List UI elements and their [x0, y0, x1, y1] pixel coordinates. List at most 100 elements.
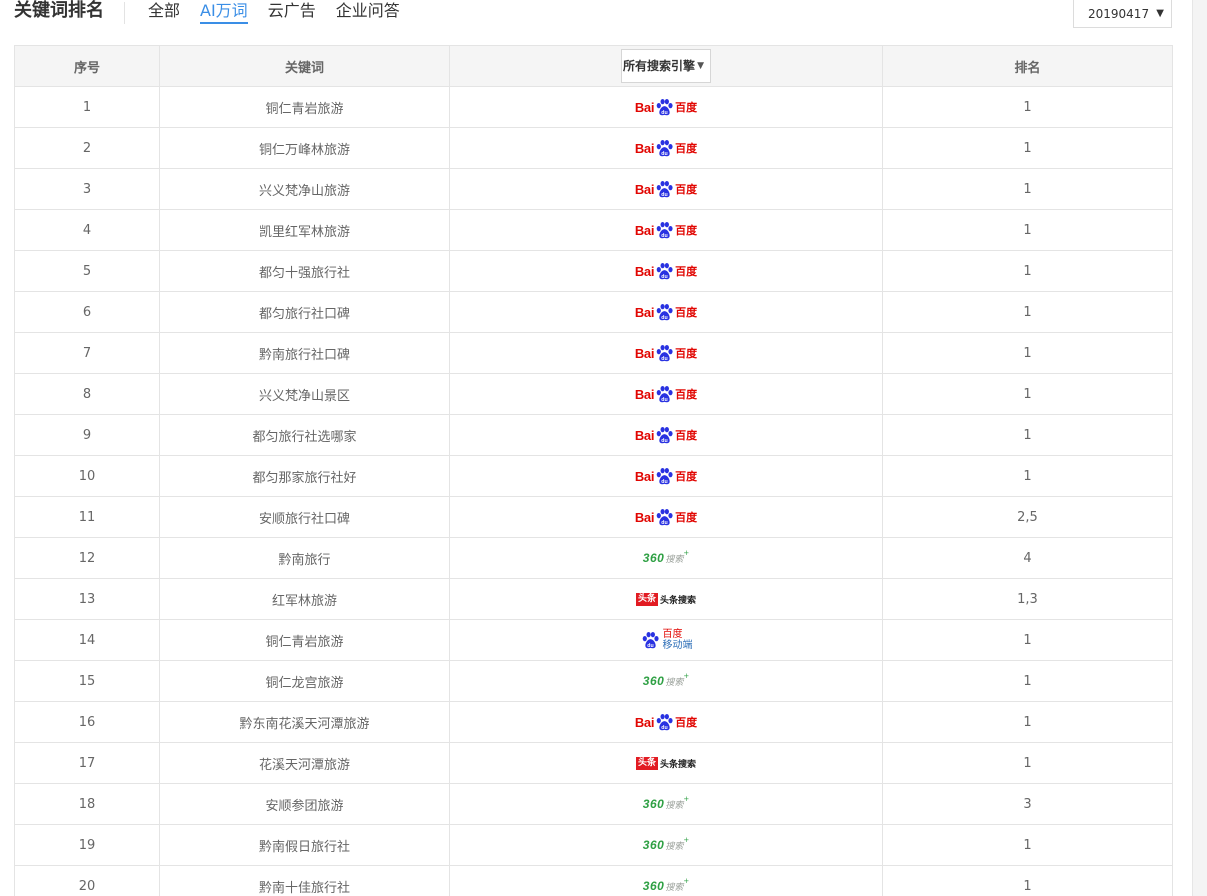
- scrollbar-track[interactable]: [1192, 0, 1207, 896]
- baidu-paw-icon: du: [656, 426, 673, 443]
- cell-index: 8: [14, 373, 160, 415]
- ranking-table-container: 序号 关键词 所有搜索引擎 ▼ 排名 1 铜仁青岩旅游 Bai du 百度 1 …: [14, 45, 1173, 896]
- baidu-logo-latin: Bai: [634, 304, 655, 320]
- s360-logo-number: 360: [642, 879, 665, 893]
- s360-logo-plus: +: [683, 672, 690, 680]
- caret-down-icon: ▼: [1156, 8, 1164, 19]
- table-row: 1 铜仁青岩旅游 Bai du 百度 1: [14, 86, 1173, 128]
- toutiao-logo-text: 头条搜索: [660, 759, 697, 770]
- cell-engine: 360 搜索 +: [449, 537, 883, 579]
- baidu-logo-latin: Bai: [634, 263, 655, 279]
- cell-keyword: 铜仁青岩旅游: [159, 86, 450, 128]
- baidu-logo-cn: 百度: [675, 470, 698, 483]
- baidu-paw-icon: du: [656, 385, 673, 402]
- baidu-logo-cn: 百度: [675, 224, 698, 237]
- s360-logo-plus: +: [683, 836, 690, 844]
- cell-index: 16: [14, 701, 160, 743]
- cell-engine: 360 搜索 +: [449, 865, 883, 896]
- cell-keyword: 安顺旅行社口碑: [159, 496, 450, 538]
- baidu-logo-latin: Bai: [634, 345, 655, 361]
- baidu-paw-icon: du: [656, 139, 673, 156]
- cell-index: 20: [14, 865, 160, 896]
- baidu-paw-icon: du: [656, 262, 673, 279]
- cell-keyword: 黔南十佳旅行社: [159, 865, 450, 896]
- tab-bar: 全部 AI万词 云广告 企业问答: [148, 0, 420, 24]
- baidu-mobile-line1: 百度: [662, 629, 683, 640]
- cell-index: 9: [14, 414, 160, 456]
- baidu-logo-cn: 百度: [675, 142, 698, 155]
- svg-text:du: du: [661, 355, 667, 361]
- cell-engine: Bai du 百度: [449, 496, 883, 538]
- baidu-logo-latin: Bai: [634, 509, 655, 525]
- cell-rank: 1: [882, 332, 1173, 374]
- tab-all[interactable]: 全部: [148, 0, 180, 24]
- baidu-paw-icon: du: [656, 180, 673, 197]
- tab-company-qa[interactable]: 企业问答: [336, 0, 400, 24]
- cell-rank: 1: [882, 414, 1173, 456]
- tab-ai-keywords[interactable]: AI万词: [200, 0, 248, 24]
- baidu-logo-latin: Bai: [634, 427, 655, 443]
- cell-keyword: 黔南旅行社口碑: [159, 332, 450, 374]
- cell-engine: 头条 头条搜索: [449, 578, 883, 620]
- page: 关键词排名 全部 AI万词 云广告 企业问答 20190417 ▼ 序号 关键词: [0, 0, 1207, 896]
- cell-index: 14: [14, 619, 160, 661]
- s360-logo: 360 搜索 +: [643, 875, 689, 896]
- cell-index: 18: [14, 783, 160, 825]
- svg-text:du: du: [661, 109, 667, 115]
- table-row: 6 都匀旅行社口碑 Bai du 百度 1: [14, 291, 1173, 333]
- baidu-paw-icon: du: [656, 508, 673, 525]
- cell-keyword: 铜仁万峰林旅游: [159, 127, 450, 169]
- table-row: 19 黔南假日旅行社 360 搜索 + 1: [14, 824, 1173, 866]
- cell-keyword: 黔南假日旅行社: [159, 824, 450, 866]
- table-row: 8 兴义梵净山景区 Bai du 百度 1: [14, 373, 1173, 415]
- cell-keyword: 黔东南花溪天河潭旅游: [159, 701, 450, 743]
- cell-rank: 2,5: [882, 496, 1173, 538]
- cell-index: 1: [14, 86, 160, 128]
- baidu-logo-latin: Bai: [634, 99, 655, 115]
- engine-filter-label: 所有搜索引擎: [622, 59, 695, 73]
- cell-rank: 1: [882, 619, 1173, 661]
- page-title: 关键词排名: [14, 0, 104, 21]
- table-body: 1 铜仁青岩旅游 Bai du 百度 1 2 铜仁万峰林旅游 Bai du 百度 13…: [14, 86, 1173, 896]
- cell-engine: 头条 头条搜索: [449, 742, 883, 784]
- cell-keyword: 兴义梵净山景区: [159, 373, 450, 415]
- cell-engine: Bai du 百度: [449, 209, 883, 251]
- svg-text:du: du: [661, 150, 667, 156]
- baidu-logo: Bai du 百度: [635, 178, 697, 200]
- s360-logo: 360 搜索 +: [643, 834, 689, 856]
- cell-keyword: 安顺参团旅游: [159, 783, 450, 825]
- s360-logo-text: 搜索: [665, 800, 684, 811]
- toutiao-logo: 头条 头条搜索: [635, 752, 697, 774]
- baidu-paw-icon: du: [656, 98, 673, 115]
- baidu-logo-latin: Bai: [634, 468, 655, 484]
- cell-rank: 1: [882, 455, 1173, 497]
- baidu-logo-cn: 百度: [675, 429, 698, 442]
- baidu-logo: Bai du 百度: [635, 711, 697, 733]
- cell-keyword: 都匀旅行社口碑: [159, 291, 450, 333]
- tab-cloud-ads[interactable]: 云广告: [268, 0, 316, 24]
- table-row: 2 铜仁万峰林旅游 Bai du 百度 1: [14, 127, 1173, 169]
- baidu-logo: Bai du 百度: [635, 342, 697, 364]
- baidu-logo: Bai du 百度: [635, 301, 697, 323]
- s360-logo-number: 360: [642, 551, 665, 565]
- baidu-paw-icon: du: [642, 631, 659, 648]
- cell-index: 15: [14, 660, 160, 702]
- cell-keyword: 黔南旅行: [159, 537, 450, 579]
- baidu-logo-cn: 百度: [675, 265, 698, 278]
- cell-keyword: 铜仁龙宫旅游: [159, 660, 450, 702]
- title-divider: [124, 2, 125, 24]
- baidu-mobile-text: 百度 移动端: [663, 629, 693, 651]
- engine-filter-select[interactable]: 所有搜索引擎 ▼: [621, 49, 711, 83]
- cell-index: 12: [14, 537, 160, 579]
- baidu-logo: Bai du 百度: [635, 219, 697, 241]
- baidu-logo-latin: Bai: [634, 222, 655, 238]
- cell-index: 7: [14, 332, 160, 374]
- cell-index: 6: [14, 291, 160, 333]
- s360-logo-plus: +: [683, 549, 690, 557]
- svg-text:du: du: [661, 273, 667, 279]
- cell-rank: 1: [882, 865, 1173, 896]
- table-row: 4 凯里红军林旅游 Bai du 百度 1: [14, 209, 1173, 251]
- baidu-logo-cn: 百度: [675, 101, 698, 114]
- date-select[interactable]: 20190417 ▼: [1073, 0, 1172, 28]
- baidu-logo-cn: 百度: [675, 716, 698, 729]
